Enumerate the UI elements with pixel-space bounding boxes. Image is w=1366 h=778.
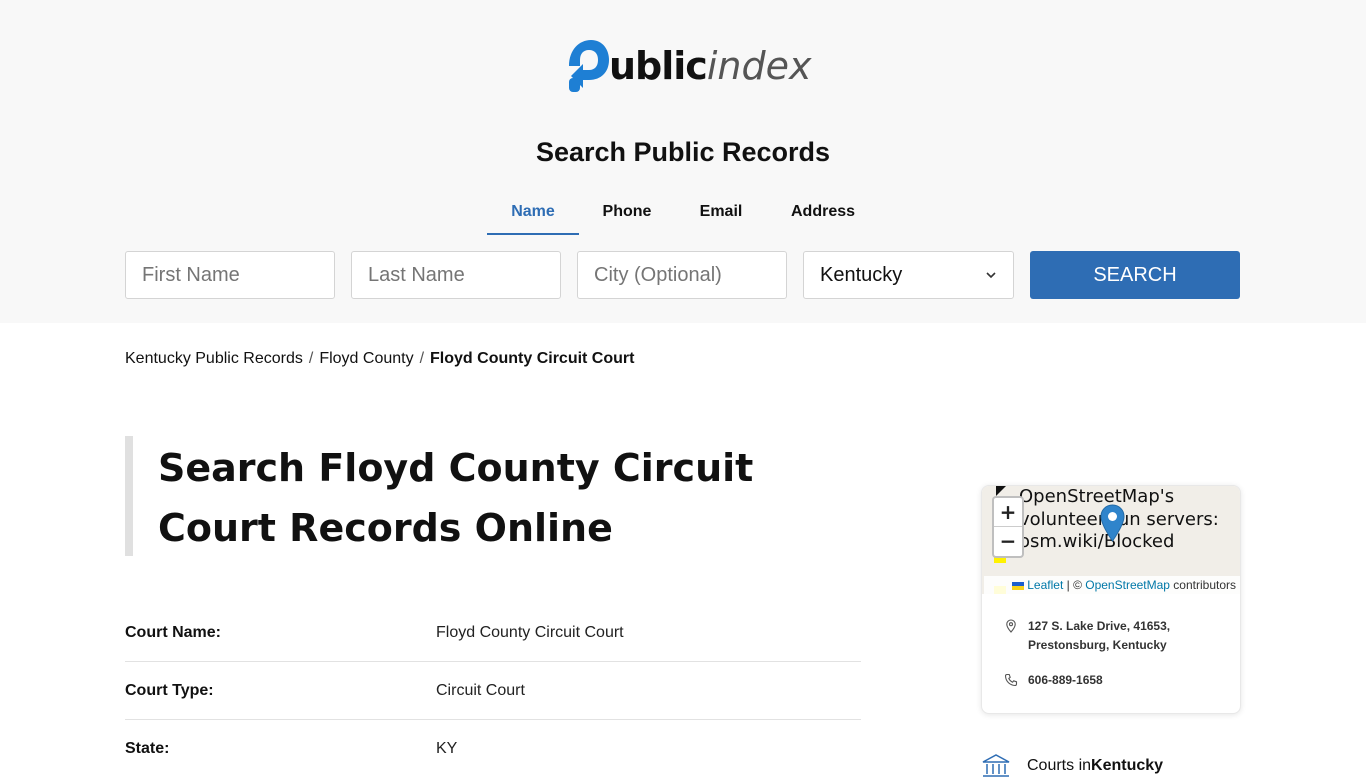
breadcrumb-link-county[interactable]: Floyd County <box>319 350 413 368</box>
leaflet-link[interactable]: Leaflet <box>1027 578 1063 592</box>
zoom-out-button[interactable]: − <box>994 527 1022 556</box>
page-heading-block: Search Floyd County Circuit Court Record… <box>125 436 825 556</box>
courts-in-state-heading: Courts in Kentucky <box>981 754 1163 778</box>
address-line-2: Prestonsburg, Kentucky <box>1028 638 1167 652</box>
state-select-value: Kentucky <box>820 263 903 286</box>
location-pin-icon <box>1006 619 1016 633</box>
ukraine-flag-icon <box>1012 581 1025 590</box>
phone-link[interactable]: 606-889-1658 <box>1028 671 1103 690</box>
openstreetmap-link[interactable]: OpenStreetMap <box>1085 578 1170 592</box>
info-label: State: <box>125 740 170 757</box>
search-header: ublicindex Search Public Records Name Ph… <box>0 0 1366 323</box>
breadcrumb-current: Floyd County Circuit Court <box>430 350 635 367</box>
table-row: State: KY <box>125 720 861 778</box>
phone-row: 606-889-1658 <box>1004 671 1103 690</box>
logo[interactable]: ublicindex <box>567 38 811 94</box>
tab-name[interactable]: Name <box>487 196 579 235</box>
city-input[interactable] <box>577 251 787 299</box>
address-row: 127 S. Lake Drive, 41653, Prestonsburg, … <box>1004 617 1170 655</box>
page-title: Search Floyd County Circuit Court Record… <box>158 438 825 558</box>
tab-address[interactable]: Address <box>767 196 879 234</box>
map-tile-corner <box>996 486 1006 496</box>
logo-text: ublicindex <box>609 38 811 94</box>
last-name-input[interactable] <box>351 251 561 299</box>
search-button[interactable]: SEARCH <box>1030 251 1240 299</box>
map-attribution: Leaflet | © OpenStreetMap contributors <box>984 576 1240 594</box>
state-select[interactable]: Kentucky <box>803 251 1014 299</box>
table-row: Court Type: Circuit Court <box>125 662 861 720</box>
logo-bold-text: ublic <box>609 44 708 88</box>
public-index-logo-icon <box>569 40 609 92</box>
courts-state: Kentucky <box>1091 757 1164 774</box>
chevron-down-icon <box>986 272 996 279</box>
info-value: KY <box>436 740 458 757</box>
tab-phone[interactable]: Phone <box>579 196 675 234</box>
address-line-1: 127 S. Lake Drive, 41653, <box>1028 619 1171 633</box>
info-label: Court Name: <box>125 623 222 641</box>
map-zoom-control: + − <box>992 496 1024 558</box>
breadcrumb: Kentucky Public Records / Floyd County /… <box>125 350 634 368</box>
logo-light-text: index <box>706 44 812 88</box>
court-info-table: Court Name: Floyd County Circuit Court C… <box>125 604 861 778</box>
search-title: Search Public Records <box>535 137 831 167</box>
page-title-line-2: Court Records Online <box>158 506 613 550</box>
map[interactable]: OpenStreetMap's volunteer-run servers: o… <box>982 486 1240 594</box>
tab-email[interactable]: Email <box>675 196 767 234</box>
first-name-input[interactable] <box>125 251 335 299</box>
courts-prefix: Courts in <box>1027 757 1092 774</box>
breadcrumb-link-state[interactable]: Kentucky Public Records <box>125 350 303 368</box>
map-marker-icon[interactable] <box>1100 504 1125 542</box>
info-value: Floyd County Circuit Court <box>436 623 624 641</box>
phone-icon <box>1004 673 1018 687</box>
address-text: 127 S. Lake Drive, 41653, Prestonsburg, … <box>1028 617 1170 655</box>
page-title-line-1: Search Floyd County Circuit <box>158 446 754 490</box>
courthouse-icon <box>982 754 1010 777</box>
attribution-suffix: contributors <box>1169 578 1236 592</box>
info-value: Circuit Court <box>436 681 525 699</box>
search-form: Kentucky SEARCH <box>125 251 1240 299</box>
breadcrumb-separator: / <box>308 350 314 367</box>
breadcrumb-separator: / <box>419 350 425 367</box>
attribution-separator: | © <box>1063 578 1086 592</box>
search-tabs: Name Phone Email Address <box>487 196 879 236</box>
table-row: Court Name: Floyd County Circuit Court <box>125 604 861 662</box>
info-label: Court Type: <box>125 681 214 699</box>
zoom-in-button[interactable]: + <box>994 498 1022 527</box>
location-card: OpenStreetMap's volunteer-run servers: o… <box>981 485 1241 714</box>
